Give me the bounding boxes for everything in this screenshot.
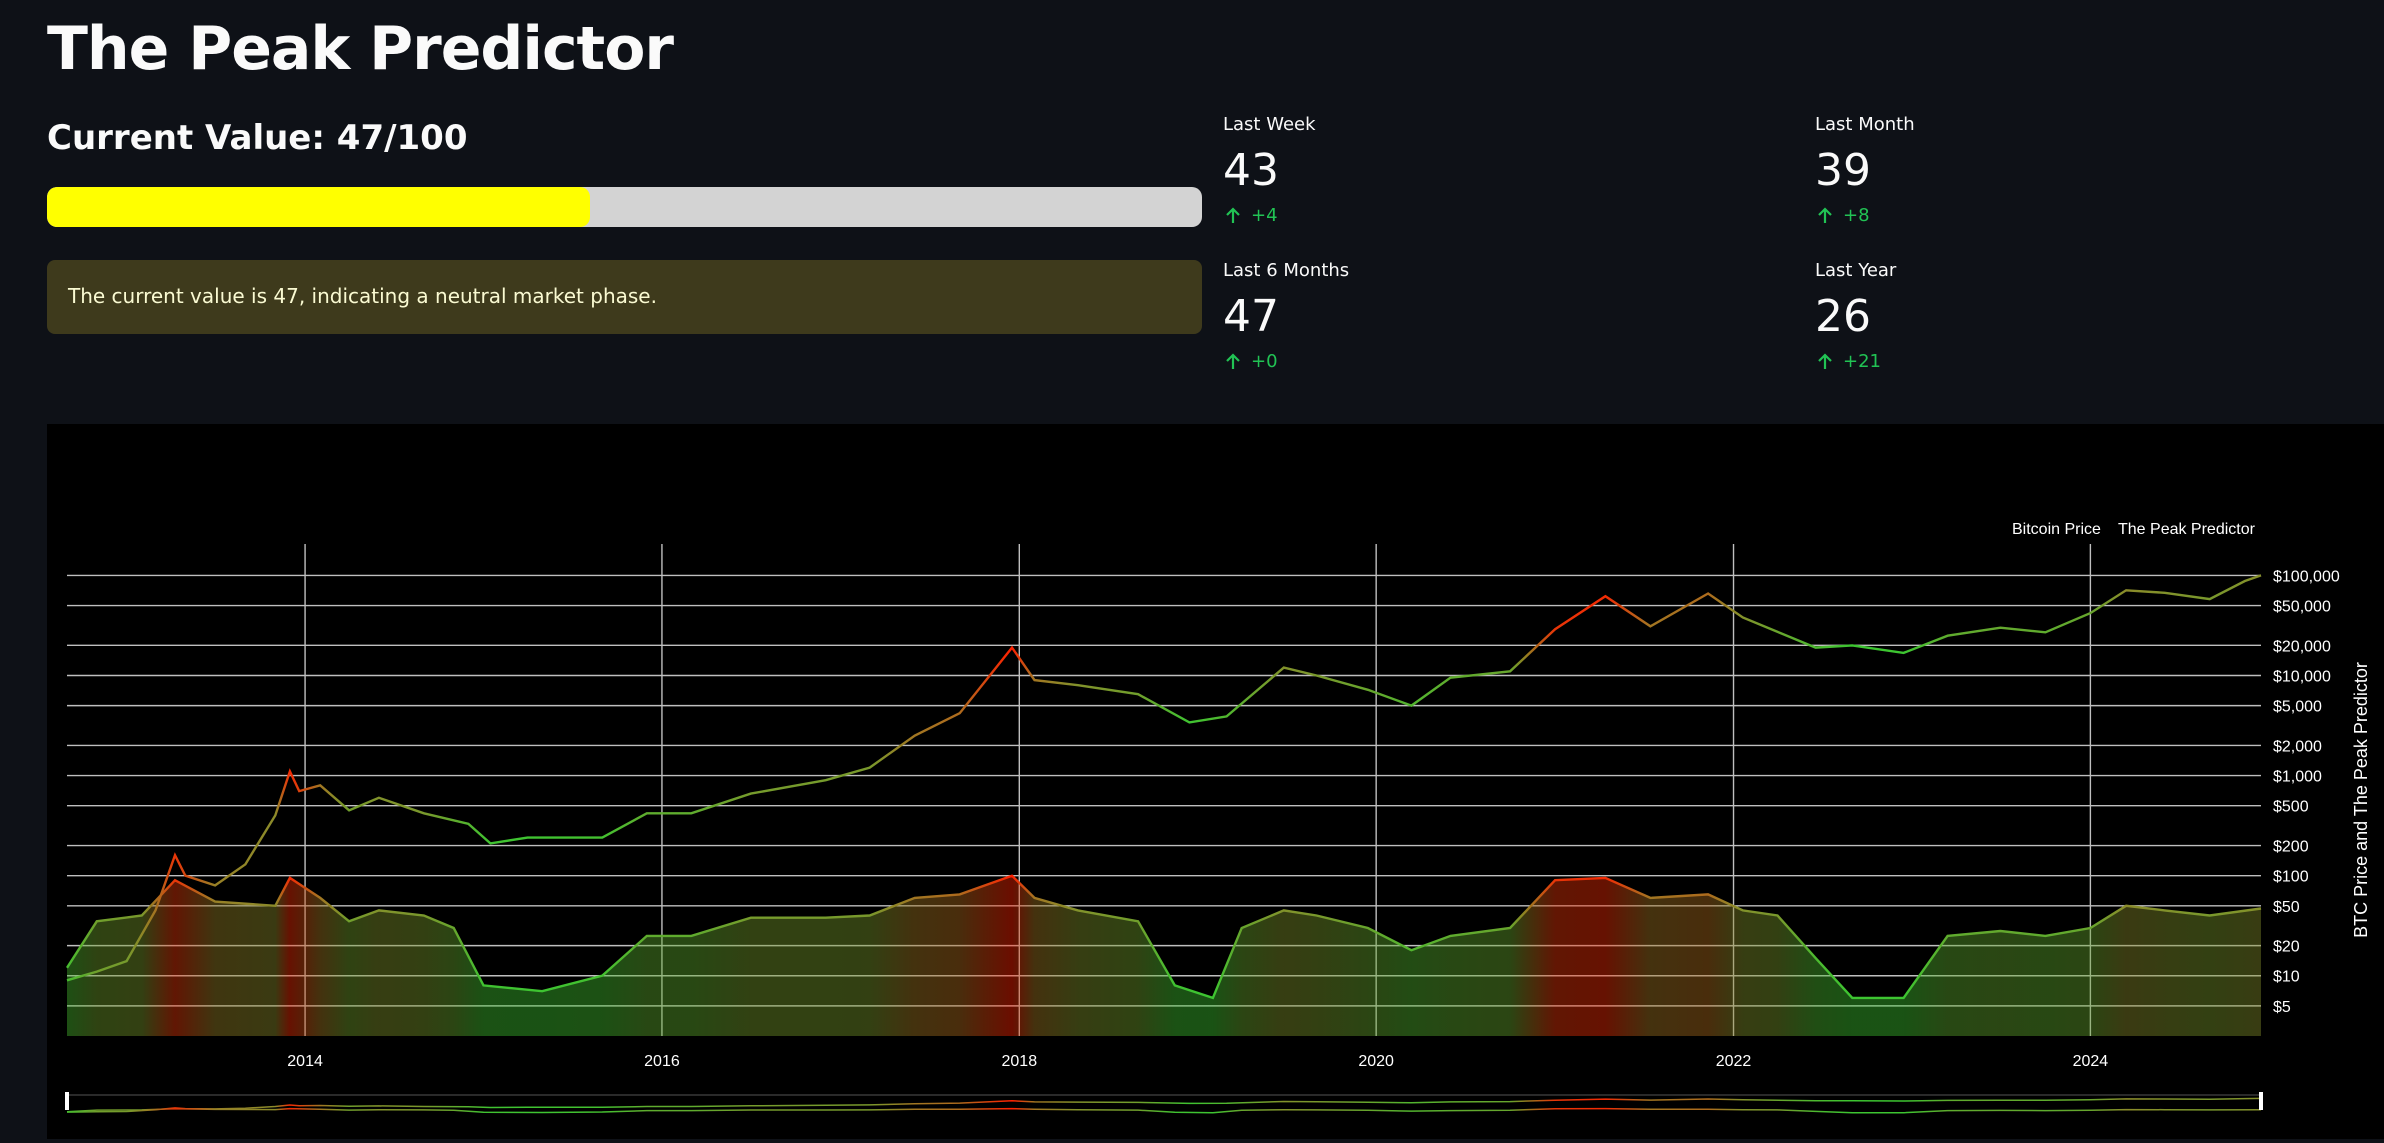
- metric-delta-value: +21: [1843, 351, 1881, 372]
- y-tick-label: $20: [2273, 939, 2300, 956]
- metric-value: 26: [1815, 291, 1871, 342]
- metric-label: Last Week: [1223, 114, 1316, 135]
- y-tick-label: $10: [2273, 969, 2300, 986]
- y-tick-label: $1,000: [2273, 769, 2322, 786]
- y-tick-label: $50: [2273, 899, 2300, 916]
- y-tick-label: $100,000: [2273, 568, 2340, 585]
- metric-value: 47: [1223, 291, 1279, 342]
- metric-last-year: Last Year 26 +21: [1815, 260, 2375, 372]
- metric-label: Last Year: [1815, 260, 1897, 281]
- metric-delta: +0: [1223, 351, 1783, 372]
- y-tick-label: $20,000: [2273, 638, 2331, 655]
- y-tick-label: $5,000: [2273, 699, 2322, 716]
- y-tick-label: $100: [2273, 869, 2309, 886]
- metric-delta-value: +4: [1251, 205, 1278, 226]
- x-tick-label: 2018: [1002, 1053, 1038, 1070]
- x-tick-label: 2024: [2073, 1053, 2109, 1070]
- metric-delta-value: +0: [1251, 351, 1278, 372]
- metric-label: Last Month: [1815, 114, 1915, 135]
- y-tick-label: $500: [2273, 799, 2309, 816]
- arrow-up-icon: [1818, 206, 1832, 223]
- metric-delta-value: +8: [1843, 205, 1870, 226]
- arrow-up-icon: [1818, 352, 1832, 369]
- arrow-up-icon: [1226, 352, 1240, 369]
- y-tick-label: $10,000: [2273, 668, 2331, 685]
- page-title: The Peak Predictor: [47, 14, 674, 84]
- legend-entry-peak-predictor: The Peak Predictor: [2118, 521, 2256, 538]
- progress-bar-fill: [47, 187, 590, 227]
- metric-last-week: Last Week 43 +4: [1223, 114, 1783, 226]
- chart-panel[interactable]: $100,000 $50,000 $20,000 $10,000 $5,000 $2,00…: [47, 424, 2384, 1139]
- y-tick-label: $50,000: [2273, 599, 2331, 616]
- metric-delta: +21: [1815, 351, 2375, 372]
- metric-delta: +4: [1223, 205, 1783, 226]
- x-tick-label: 2020: [1358, 1053, 1394, 1070]
- y-tick-label: $2,000: [2273, 738, 2322, 755]
- current-value-label: Current Value: 47/100: [47, 118, 468, 158]
- progress-bar: [47, 187, 1202, 227]
- x-tick-label: 2014: [287, 1053, 323, 1070]
- arrow-up-icon: [1226, 206, 1240, 223]
- metric-value: 43: [1223, 145, 1279, 196]
- metric-last-6-months: Last 6 Months 47 +0: [1223, 260, 1783, 372]
- range-slider-handle-right[interactable]: [2259, 1092, 2263, 1110]
- range-slider-handle-left[interactable]: [65, 1092, 69, 1110]
- metric-delta: +8: [1815, 205, 2375, 226]
- x-tick-label: 2016: [644, 1053, 680, 1070]
- y-tick-label: $5: [2273, 999, 2291, 1016]
- y-axis-label: BTC Price and The Peak Predictor: [2351, 662, 2371, 938]
- x-tick-label: 2022: [1716, 1053, 1752, 1070]
- metric-label: Last 6 Months: [1223, 260, 1350, 281]
- metric-value: 39: [1815, 145, 1871, 196]
- y-tick-label: $200: [2273, 839, 2309, 856]
- legend-entry-bitcoin-price: Bitcoin Price: [2012, 521, 2101, 538]
- market-phase-message: The current value is 47, indicating a ne…: [47, 260, 1202, 334]
- peak-predictor-area: [67, 875, 2261, 1036]
- btc-peak-chart[interactable]: $100,000 $50,000 $20,000 $10,000 $5,000 $2,00…: [47, 424, 2384, 1139]
- range-slider-peak-line: [66, 1107, 2262, 1114]
- metric-last-month: Last Month 39 +8: [1815, 114, 2375, 226]
